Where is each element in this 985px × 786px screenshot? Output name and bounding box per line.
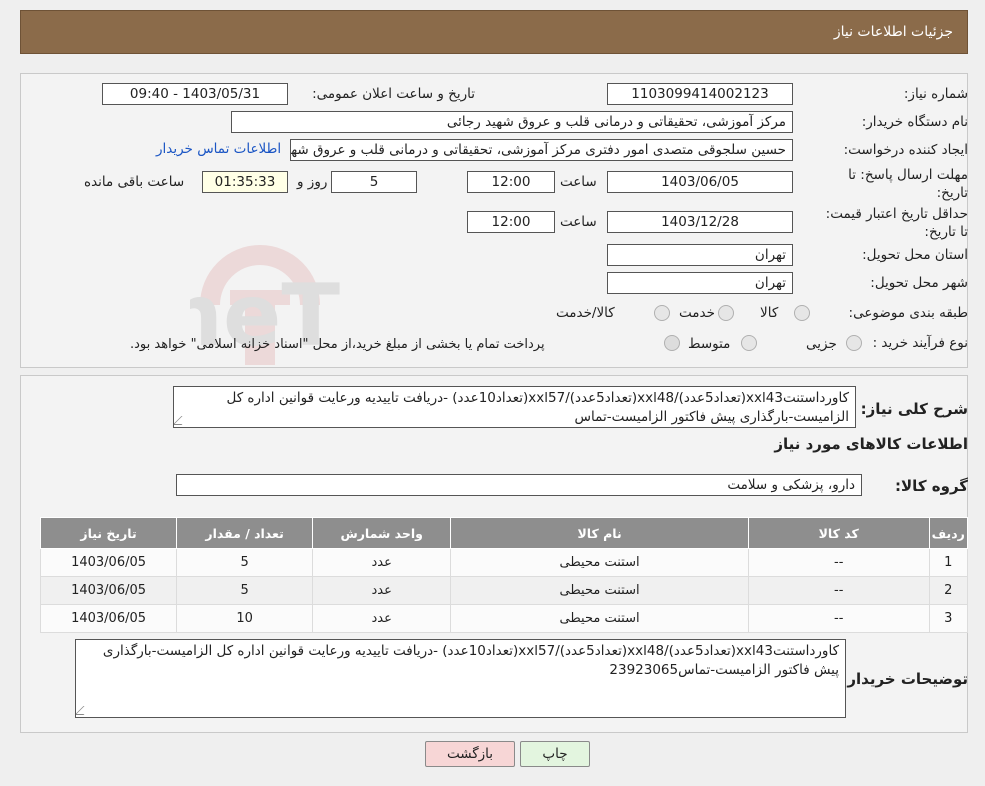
price-validity-date-field: 1403/12/28	[607, 211, 793, 233]
cell-date: 1403/06/05	[39, 548, 178, 577]
category-label: طبقه بندی موضوعی:	[848, 305, 968, 321]
cell-row: 3	[928, 604, 969, 633]
deadline-label: مهلت ارسال پاسخ: تا تاریخ:	[848, 167, 968, 201]
days-label: روز و	[297, 174, 328, 190]
resize-grip[interactable]	[174, 416, 191, 425]
category-service-radio[interactable]	[718, 305, 734, 321]
cell-code: --	[747, 576, 930, 605]
goods-table: ردیف کد کالا نام کالا واحد شمارش تعداد /…	[39, 517, 969, 633]
buyer-org-label: نام دستگاه خریدار:	[861, 114, 968, 130]
description-label: شرح کلی نیاز:	[860, 400, 968, 418]
cell-unit: عدد	[312, 604, 452, 633]
page-header: جزئیات اطلاعات نیاز	[20, 10, 968, 54]
col-code: کد کالا	[747, 517, 930, 549]
purchase-medium-label: متوسط	[688, 336, 731, 352]
city-field: تهران	[607, 272, 793, 294]
treasury-checkbox[interactable]	[664, 335, 680, 351]
remaining-time-label: ساعت باقی مانده	[84, 174, 185, 190]
cell-unit: عدد	[312, 576, 452, 605]
cell-unit: عدد	[312, 548, 452, 577]
buyer-notes-textarea[interactable]: کاورداستنتxxl43(تعداد5عدد)/xxl48(تعداد5ع…	[75, 639, 846, 718]
col-name: نام کالا	[450, 517, 749, 549]
table-row: 1 -- استنت محیطی عدد 5 1403/06/05	[39, 548, 969, 577]
cell-name: استنت محیطی	[450, 576, 749, 605]
purchase-medium-radio[interactable]	[741, 335, 757, 351]
treasury-note: پرداخت تمام یا بخشی از مبلغ خرید،از محل …	[130, 337, 545, 352]
announce-date-label: تاریخ و ساعت اعلان عمومی:	[312, 86, 475, 102]
description-textarea[interactable]: کاورداستنتxxl43(تعداد5عدد)/xxl48(تعداد5ع…	[173, 386, 856, 428]
requester-label: ایجاد کننده درخواست:	[843, 142, 968, 158]
cell-row: 2	[928, 576, 969, 605]
purchase-minor-radio[interactable]	[846, 335, 862, 351]
price-validity-time-field: 12:00	[467, 211, 555, 233]
buyer-contact-link[interactable]: اطلاعات تماس خریدار	[156, 141, 281, 157]
buyer-notes-label: توضیحات خریدار:	[841, 670, 968, 688]
col-unit: واحد شمارش	[312, 517, 452, 549]
goods-group-label: گروه کالا:	[895, 477, 968, 495]
goods-table-wrapper: ردیف کد کالا نام کالا واحد شمارش تعداد /…	[39, 517, 969, 633]
category-service-label: خدمت	[679, 305, 715, 321]
purchase-type-label: نوع فرآیند خرید :	[872, 335, 968, 351]
cell-name: استنت محیطی	[450, 548, 749, 577]
category-goods-label: کالا	[760, 305, 779, 321]
requester-field: حسین سلجوقی متصدی امور دفتری مرکز آموزشی…	[290, 139, 793, 161]
col-quantity: تعداد / مقدار	[176, 517, 314, 549]
deadline-time-label: ساعت	[560, 174, 597, 190]
cell-quantity: 5	[176, 548, 314, 577]
goods-group-field: دارو، پزشکی و سلامت	[176, 474, 862, 496]
cell-quantity: 5	[176, 576, 314, 605]
purchase-minor-label: جزیی	[806, 336, 837, 352]
page-title: جزئیات اطلاعات نیاز	[833, 24, 953, 40]
back-button[interactable]: بازگشت	[425, 741, 515, 767]
goods-section-title: اطلاعات کالاهای مورد نیاز	[774, 435, 968, 453]
cell-date: 1403/06/05	[39, 604, 178, 633]
days-remaining-field: 5	[331, 171, 417, 193]
category-goods-service-radio[interactable]	[654, 305, 670, 321]
cell-name: استنت محیطی	[450, 604, 749, 633]
province-label: استان محل تحویل:	[862, 247, 968, 263]
validity-time-label: ساعت	[560, 214, 597, 230]
buyer-notes-text: کاورداستنتxxl43(تعداد5عدد)/xxl48(تعداد5ع…	[102, 643, 839, 678]
announce-date-field: 1403/05/31 - 09:40	[102, 83, 288, 105]
col-row: ردیف	[928, 517, 969, 549]
deadline-date-field: 1403/06/05	[607, 171, 793, 193]
province-field: تهران	[607, 244, 793, 266]
cell-quantity: 10	[176, 604, 314, 633]
city-label: شهر محل تحویل:	[870, 275, 968, 291]
col-date: تاریخ نیاز	[39, 517, 178, 549]
description-text: کاورداستنتxxl43(تعداد5عدد)/xxl48(تعداد5ع…	[226, 390, 849, 425]
need-number-field: 1103099414002123	[607, 83, 793, 105]
price-validity-label: حداقل تاریخ اعتبار قیمت: تا تاریخ:	[825, 206, 968, 240]
cell-code: --	[747, 604, 930, 633]
table-row: 3 -- استنت محیطی عدد 10 1403/06/05	[39, 604, 969, 633]
cell-code: --	[747, 548, 930, 577]
remaining-time-field: 01:35:33	[202, 171, 288, 193]
resize-grip[interactable]	[76, 706, 93, 715]
category-goods-radio[interactable]	[794, 305, 810, 321]
cell-row: 1	[928, 548, 969, 577]
category-goods-service-label: کالا/خدمت	[556, 305, 615, 321]
deadline-time-field: 12:00	[467, 171, 555, 193]
print-button[interactable]: چاپ	[520, 741, 590, 767]
buyer-org-field: مرکز آموزشی، تحقیقاتی و درمانی قلب و عرو…	[231, 111, 793, 133]
need-number-label: شماره نیاز:	[903, 86, 968, 102]
cell-date: 1403/06/05	[39, 576, 178, 605]
table-header-row: ردیف کد کالا نام کالا واحد شمارش تعداد /…	[39, 517, 969, 549]
table-row: 2 -- استنت محیطی عدد 5 1403/06/05	[39, 576, 969, 605]
